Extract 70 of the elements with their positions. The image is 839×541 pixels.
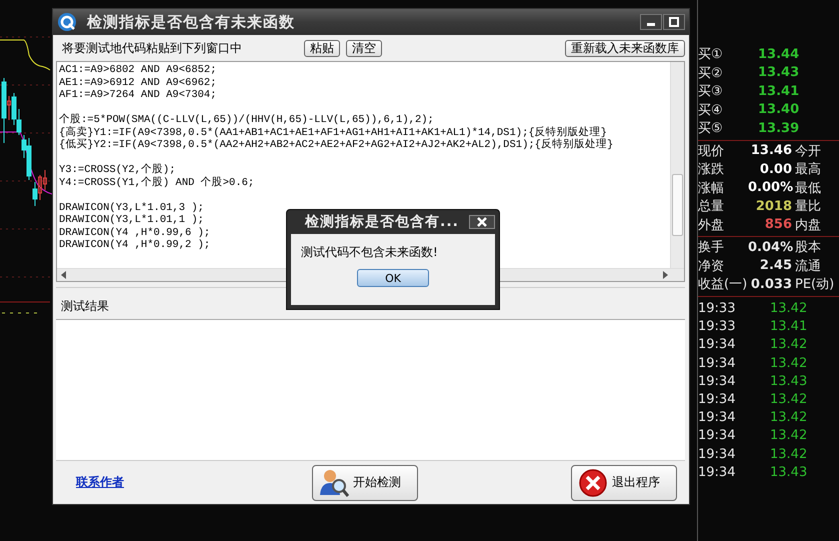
tick-price: 13.42 xyxy=(770,337,808,352)
bid-label: 买⑤ xyxy=(698,120,724,138)
stat-value: 0.033 xyxy=(750,276,792,292)
window-title: 检测指标是否包含有未来函数 xyxy=(87,12,295,32)
code-line: DRAWICON(Y3,L*1.01,3 ); xyxy=(59,202,204,214)
code-line: Y3:=CROSS(Y2,个股); xyxy=(59,164,176,176)
stat-label: 总量 xyxy=(698,198,725,216)
stat-value: 856 xyxy=(764,217,792,232)
tick-price: 13.43 xyxy=(770,374,808,389)
stat-label: PE(动) xyxy=(794,276,834,294)
tick-price: 13.41 xyxy=(770,319,808,334)
tick-time: 19:33 xyxy=(698,319,736,334)
tick-price: 13.43 xyxy=(770,464,808,480)
stat-label: 今开 xyxy=(794,142,821,160)
tick-time: 19:34 xyxy=(698,337,736,352)
code-line: DRAWICON(Y4 ,H*0.99,6 ); xyxy=(59,226,210,239)
bid-label: 买① xyxy=(698,46,724,64)
code-line: AF1:=A9>7264 AND A9<7304; xyxy=(59,89,217,102)
stat-value: 0.00% xyxy=(748,180,792,196)
stat-label: 净资 xyxy=(698,258,725,275)
message-text: 测试代码不包含未来函数! xyxy=(300,244,438,261)
stat-label: 最低 xyxy=(794,180,821,197)
code-line: Y4:=CROSS(Y1,个股) AND 个股>0.6; xyxy=(59,176,254,189)
instruction-text: 将要测试地代码粘贴到下列窗口中 xyxy=(62,40,242,56)
bid-price: 13.39 xyxy=(757,120,800,136)
stat-label: 涨跌 xyxy=(698,161,725,178)
bid-label: 买④ xyxy=(698,102,724,119)
tick-price: 13.42 xyxy=(770,446,808,462)
code-line: AC1:=A9>6802 AND A9<6852; xyxy=(59,64,217,76)
tick-time: 19:34 xyxy=(698,446,736,462)
stat-label: 收益(一) xyxy=(698,276,748,294)
code-line: {高卖}Y1:=IF(A9<7398,0.5*(AA1+AB1+AC1+AE1+AF1+AG1+AH1+AI1+AK1+AL1)*14,DS1);{反特别版处理} xyxy=(59,126,607,138)
message-box-title: 检测指标是否包含有... xyxy=(305,213,459,231)
tick-time: 19:34 xyxy=(698,428,736,444)
bid-price: 13.41 xyxy=(757,84,800,99)
code-line: DRAWICON(Y4 ,H*0.99,2 ); xyxy=(59,239,210,252)
code-line: AE1:=A9>6912 AND A9<6962; xyxy=(59,76,217,89)
stat-label: 内盘 xyxy=(794,216,821,234)
tick-price: 13.42 xyxy=(770,356,808,371)
bid-label: 买③ xyxy=(698,83,724,100)
tick-price: 13.42 xyxy=(770,392,808,408)
tick-time: 19:34 xyxy=(698,464,736,480)
tick-time: 19:34 xyxy=(698,356,736,371)
code-line: {低买}Y2:=IF(A9<7398,0.5*(AA2+AH2+AB2+AC2+AE2+AF2+AG2+AI2+AJ2+AK2+AL2),DS1);{反特别版处理} xyxy=(59,139,614,152)
stat-label: 换手 xyxy=(698,239,725,256)
tick-price: 13.42 xyxy=(770,410,808,426)
bid-price: 13.40 xyxy=(757,102,800,118)
stat-label: 流通 xyxy=(794,258,821,275)
stat-label: 涨幅 xyxy=(698,180,725,197)
code-line: 个股:=5*POW(SMA((C-LLV(L,65))/(HHV(H,65)-LLV(L,65)),6,1),2); xyxy=(59,114,434,126)
code-line: DRAWICON(Y3,L*1.01,1 ); xyxy=(59,214,204,226)
tick-time: 19:34 xyxy=(698,392,736,408)
stat-value: 0.04% xyxy=(748,240,792,255)
stat-label: 最高 xyxy=(794,161,821,178)
tick-time: 19:34 xyxy=(698,410,736,426)
stat-label: 股本 xyxy=(794,239,821,256)
stat-label: 现价 xyxy=(698,142,725,160)
stat-value: 13.46 xyxy=(750,143,792,158)
stat-label: 外盘 xyxy=(698,216,725,234)
tick-time: 19:33 xyxy=(698,301,736,316)
stat-value: 2.45 xyxy=(758,258,792,274)
tick-price: 13.42 xyxy=(770,301,808,316)
stat-value: 0.00 xyxy=(758,162,792,177)
bid-label: 买② xyxy=(698,64,724,82)
tick-time: 19:34 xyxy=(698,374,736,389)
stat-label: 量比 xyxy=(794,198,821,216)
stat-value: 2018 xyxy=(754,198,792,214)
bid-price: 13.44 xyxy=(757,46,800,62)
bid-price: 13.43 xyxy=(757,65,800,80)
tick-price: 13.42 xyxy=(770,428,808,444)
